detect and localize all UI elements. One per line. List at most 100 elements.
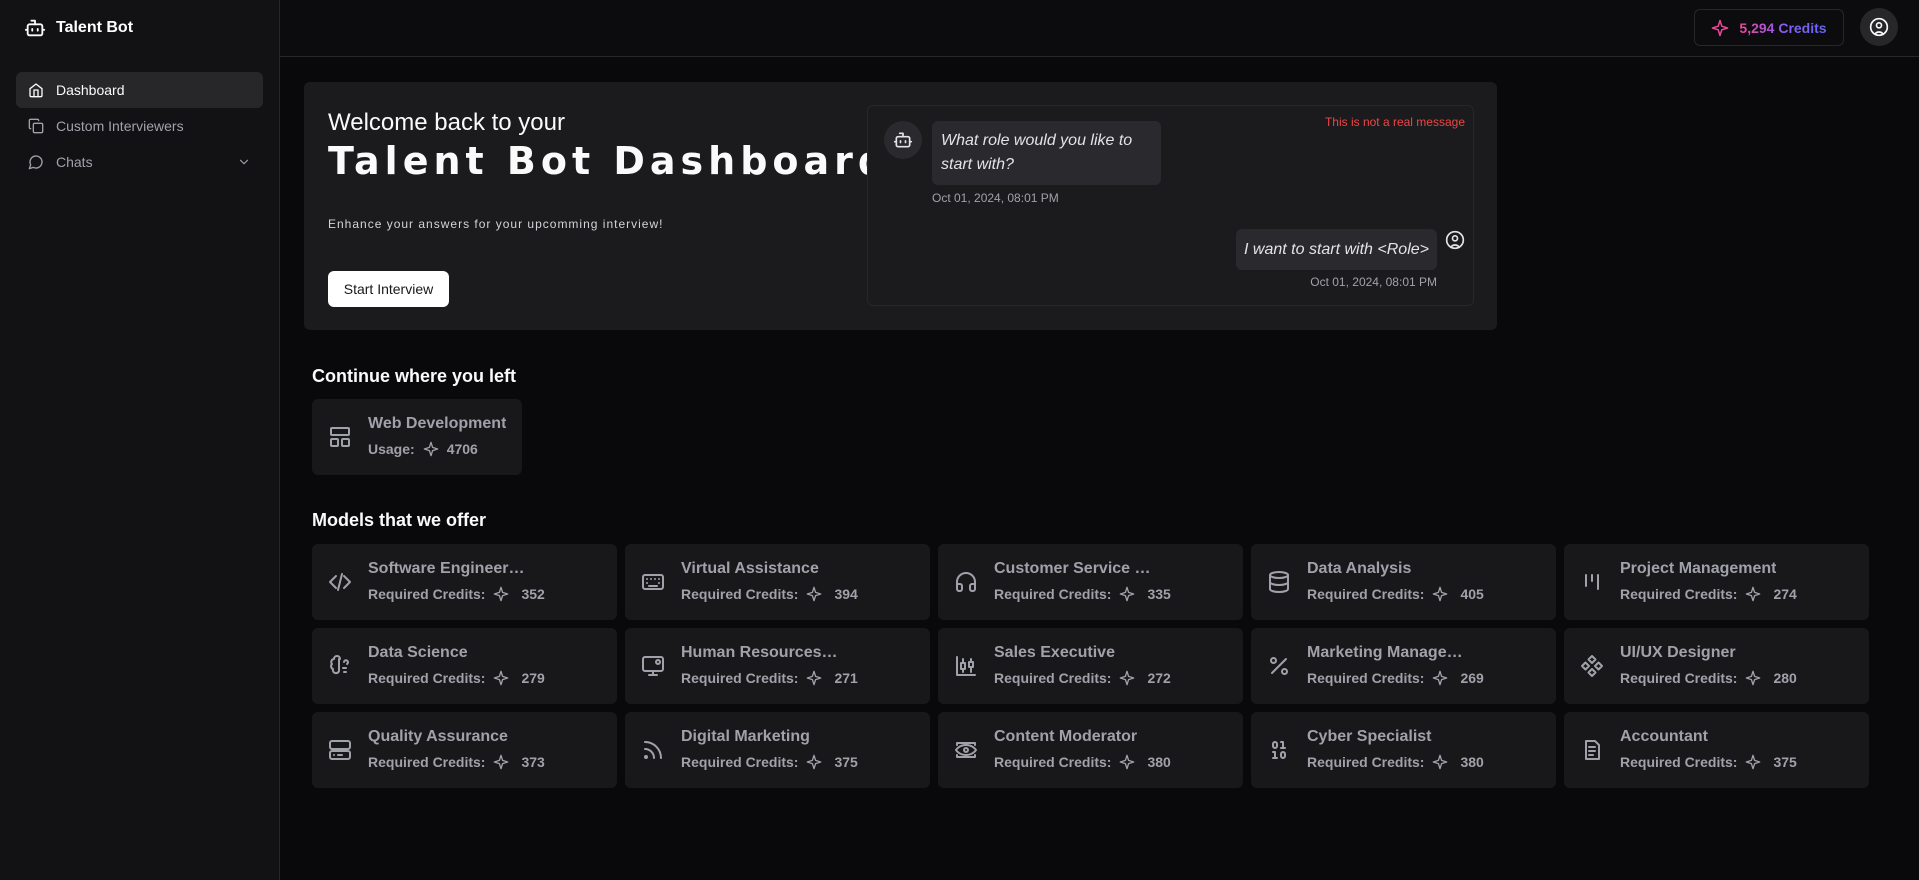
credits-label: Required Credits:: [368, 754, 486, 770]
sparkle-icon: [493, 754, 509, 770]
server-icon: [328, 738, 352, 762]
card-title: Software Engineering: [368, 560, 528, 577]
continue-card-web-development[interactable]: Web Development Usage: 4706: [312, 399, 522, 475]
card-title: Project Management: [1620, 560, 1777, 577]
credits-value: 405: [1460, 586, 1484, 602]
sparkle-icon: [1119, 586, 1135, 602]
file-text-icon: [1580, 738, 1604, 762]
model-card[interactable]: Human Resources Manager Required Credits:…: [625, 628, 930, 704]
user-menu-button[interactable]: [1860, 8, 1898, 46]
demo-disclaimer: This is not a real message: [1324, 115, 1465, 129]
credits-value: 269: [1460, 670, 1484, 686]
sidebar-nav: Dashboard Custom Interviewers Chats: [0, 56, 279, 180]
credits-label: Required Credits:: [994, 586, 1112, 602]
card-credits: Required Credits: 269: [1307, 670, 1484, 686]
credits-label: Required Credits:: [681, 754, 799, 770]
sparkle-icon: [1119, 670, 1135, 686]
sparkle-icon: [1745, 586, 1761, 602]
card-credits: Required Credits: 352: [368, 586, 545, 602]
credits-label: Required Credits:: [1620, 586, 1738, 602]
hero-description: Enhance your answers for your upcomming …: [328, 217, 664, 231]
card-credits: Required Credits: 394: [681, 586, 858, 602]
credits-label: Required Credits:: [1307, 586, 1425, 602]
card-title: Data Analysis: [1307, 560, 1412, 577]
bot-icon: [893, 130, 913, 150]
model-card[interactable]: Digital Marketing Required Credits: 375: [625, 712, 930, 788]
sparkle-icon: [1432, 754, 1448, 770]
brand-name: Talent Bot: [56, 19, 134, 36]
credits-value: 279: [521, 670, 545, 686]
topbar: 5,294 Credits: [280, 0, 1919, 57]
model-card[interactable]: Data Analysis Required Credits: 405: [1251, 544, 1556, 620]
keyboard-icon: [641, 570, 665, 594]
model-card[interactable]: Quality Assurance Required Credits: 373: [312, 712, 617, 788]
percent-icon: [1267, 654, 1291, 678]
card-title: Sales Executive: [994, 644, 1115, 661]
sidebar-item-custom-interviewers[interactable]: Custom Interviewers: [16, 108, 263, 144]
credits-value: 394: [834, 586, 858, 602]
card-credits: Required Credits: 375: [681, 754, 858, 770]
sidebar-item-label: Dashboard: [56, 82, 125, 98]
model-card[interactable]: Data Science Required Credits: 279: [312, 628, 617, 704]
sparkle-icon: [806, 670, 822, 686]
model-card[interactable]: Customer Service Representative Required …: [938, 544, 1243, 620]
message-circle-icon: [28, 154, 44, 170]
model-card[interactable]: Cyber Specialist Required Credits: 380: [1251, 712, 1556, 788]
credits-badge[interactable]: 5,294 Credits: [1694, 9, 1844, 46]
card-credits: Required Credits: 335: [994, 586, 1171, 602]
model-card[interactable]: Project Management Required Credits: 274: [1564, 544, 1869, 620]
credits-value: 380: [1460, 754, 1484, 770]
model-card[interactable]: Content Moderator Required Credits: 380: [938, 712, 1243, 788]
sparkles-icon: [1711, 19, 1729, 37]
card-title: UI/UX Designer: [1620, 644, 1736, 661]
card-credits: Required Credits: 373: [368, 754, 545, 770]
model-card[interactable]: Sales Executive Required Credits: 272: [938, 628, 1243, 704]
start-interview-button[interactable]: Start Interview: [328, 271, 449, 307]
code-icon: [328, 570, 352, 594]
model-card[interactable]: Marketing Management Required Credits: 269: [1251, 628, 1556, 704]
sidebar-item-label: Custom Interviewers: [56, 118, 184, 134]
kanban-icon: [1580, 570, 1604, 594]
usage-value: 4706: [446, 441, 478, 457]
sidebar-item-chats[interactable]: Chats: [16, 144, 263, 180]
card-title: Virtual Assistance: [681, 560, 819, 577]
sparkle-icon: [1432, 670, 1448, 686]
card-credits: Required Credits: 380: [994, 754, 1171, 770]
model-card[interactable]: Software Engineering Required Credits: 352: [312, 544, 617, 620]
card-credits: Required Credits: 375: [1620, 754, 1797, 770]
hero-subtitle: Welcome back to your: [328, 109, 565, 136]
model-card[interactable]: Accountant Required Credits: 375: [1564, 712, 1869, 788]
chevron-down-icon[interactable]: [237, 155, 251, 169]
component-icon: [1580, 654, 1604, 678]
credits-label: Required Credits:: [681, 586, 799, 602]
home-icon: [28, 82, 44, 98]
card-title: Marketing Management: [1307, 644, 1467, 661]
sidebar-item-dashboard[interactable]: Dashboard: [16, 72, 263, 108]
models-section-title: Models that we offer: [312, 510, 487, 530]
credits-value: 380: [1147, 754, 1171, 770]
card-credits: Required Credits: 272: [994, 670, 1171, 686]
layout-icon: [328, 425, 352, 449]
card-title: Cyber Specialist: [1307, 728, 1432, 745]
usage-label: Usage:: [368, 441, 415, 457]
credits-label: Required Credits:: [1307, 670, 1425, 686]
credits-label: Required Credits:: [681, 670, 799, 686]
bot-message-timestamp: Oct 01, 2024, 08:01 PM: [932, 191, 1059, 205]
sparkle-icon: [493, 670, 509, 686]
credits-value: 335: [1147, 586, 1171, 602]
card-title: Web Development: [368, 415, 507, 432]
model-card[interactable]: Virtual Assistance Required Credits: 394: [625, 544, 930, 620]
card-title: Content Moderator: [994, 728, 1138, 745]
eye-box-icon: [954, 738, 978, 762]
monitor-user-icon: [641, 654, 665, 678]
card-title: Data Science: [368, 644, 468, 661]
model-card[interactable]: UI/UX Designer Required Credits: 280: [1564, 628, 1869, 704]
credits-value: 280: [1773, 670, 1797, 686]
brand[interactable]: Talent Bot: [0, 0, 279, 56]
card-usage: Usage: 4706: [368, 441, 478, 457]
bot-logo-icon: [24, 17, 46, 39]
continue-section-title: Continue where you left: [312, 366, 517, 386]
headphones-icon: [954, 570, 978, 594]
sparkle-icon: [423, 441, 439, 457]
card-title: Digital Marketing: [681, 728, 810, 745]
